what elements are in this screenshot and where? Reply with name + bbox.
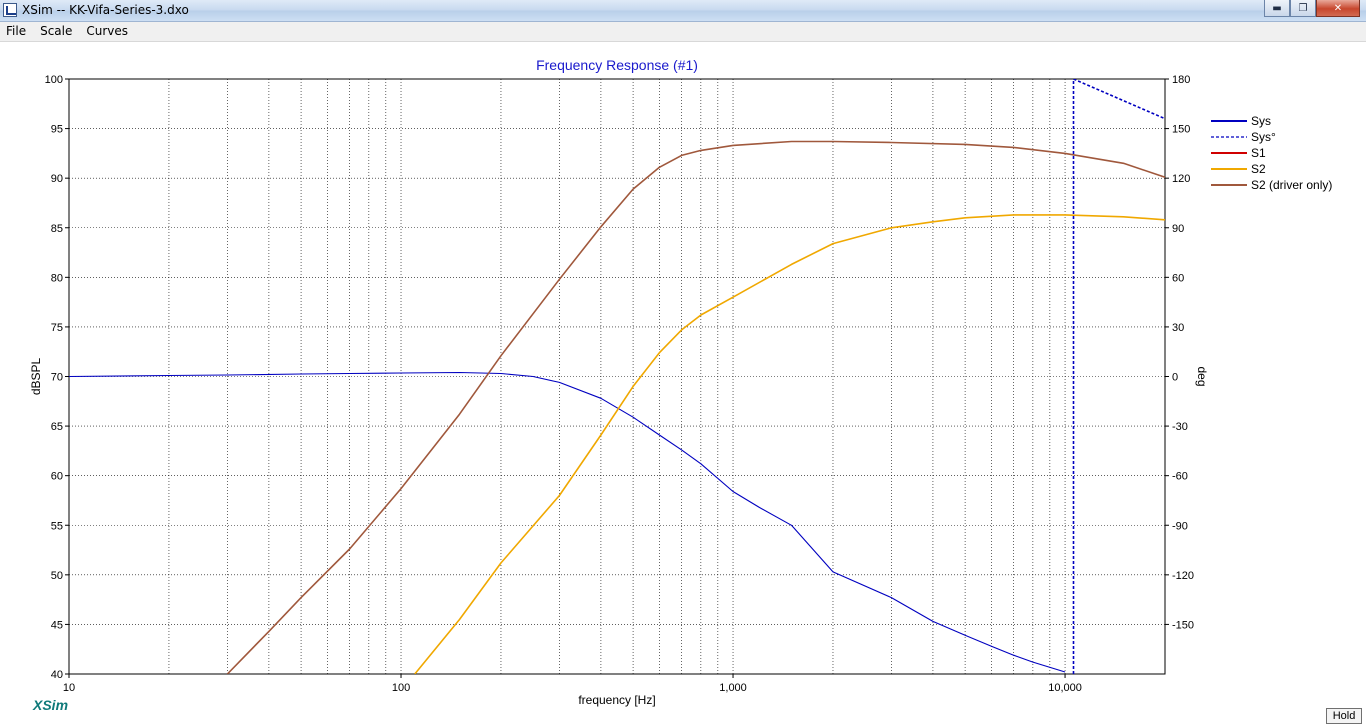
y-tick-label: 65 [51, 421, 63, 433]
legend-label: S1 [1251, 146, 1266, 160]
hold-button[interactable]: Hold [1326, 708, 1362, 724]
menu-bar: File Scale Curves [0, 22, 1366, 42]
y2-tick-label: 120 [1172, 173, 1190, 185]
y2-tick-label: 150 [1172, 124, 1190, 136]
y2-tick-label: 0 [1172, 372, 1178, 384]
y-tick-label: 50 [51, 570, 63, 582]
close-button[interactable]: ✕ [1316, 0, 1360, 17]
plot-area [68, 78, 1166, 675]
y-tick-label: 80 [51, 272, 63, 284]
chart-title: Frequency Response (#1) [536, 57, 698, 73]
x-axis-label: frequency [Hz] [578, 693, 655, 707]
y2-tick-label: 180 [1172, 74, 1190, 86]
menu-curves[interactable]: Curves [79, 22, 135, 41]
y2-axis-label: deg [1195, 366, 1209, 386]
title-bar: XSim -- KK-Vifa-Series-3.dxo ▬ ❐ ✕ [0, 0, 1366, 22]
y-tick-label: 100 [45, 74, 63, 86]
y-tick-label: 60 [51, 471, 63, 483]
x-tick-label: 1,000 [719, 682, 747, 694]
y2-tick-label: 90 [1172, 223, 1184, 235]
y-axis-label: dBSPL [29, 357, 43, 395]
plot-window: 100 95 90 85 80 75 70 65 60 55 50 45 40 180 150 120 90 60… [0, 42, 1366, 728]
window-title: XSim -- KK-Vifa-Series-3.dxo [22, 3, 189, 17]
x-tick-label: 10,000 [1048, 682, 1082, 694]
y-tick-label: 90 [51, 173, 63, 185]
y-tick-label: 95 [51, 124, 63, 136]
y2-tick-label: -90 [1172, 520, 1188, 532]
xsim-brand-label: XSim [33, 697, 69, 713]
legend-label: Sys [1251, 114, 1271, 128]
y-tick-label: 75 [51, 322, 63, 334]
y2-tick-label: 30 [1172, 322, 1184, 334]
y-tick-label: 85 [51, 223, 63, 235]
y2-tick-label: 60 [1172, 272, 1184, 284]
y-tick-label: 55 [51, 520, 63, 532]
x-tick-label: 100 [392, 682, 410, 694]
legend-label: Sys° [1251, 130, 1276, 144]
legend-label: S2 (driver only) [1251, 178, 1332, 192]
window-controls: ▬ ❐ ✕ [1264, 0, 1360, 18]
menu-file[interactable]: File [0, 22, 33, 41]
frequency-response-chart: 1009590858075706560555045401801501209060… [29, 57, 1332, 707]
menu-scale[interactable]: Scale [33, 22, 79, 41]
y-tick-label: 45 [51, 619, 63, 631]
y-tick-label: 40 [51, 669, 63, 681]
app-icon [3, 3, 17, 17]
y2-tick-label: -30 [1172, 421, 1188, 433]
y2-tick-label: -60 [1172, 471, 1188, 483]
legend-label: S2 [1251, 162, 1266, 176]
y2-tick-label: -120 [1172, 570, 1194, 582]
y2-tick-label: -150 [1172, 619, 1194, 631]
y-tick-label: 70 [51, 372, 63, 384]
maximize-button[interactable]: ❐ [1290, 0, 1316, 17]
minimize-button[interactable]: ▬ [1264, 0, 1290, 17]
x-tick-label: 10 [63, 682, 75, 694]
